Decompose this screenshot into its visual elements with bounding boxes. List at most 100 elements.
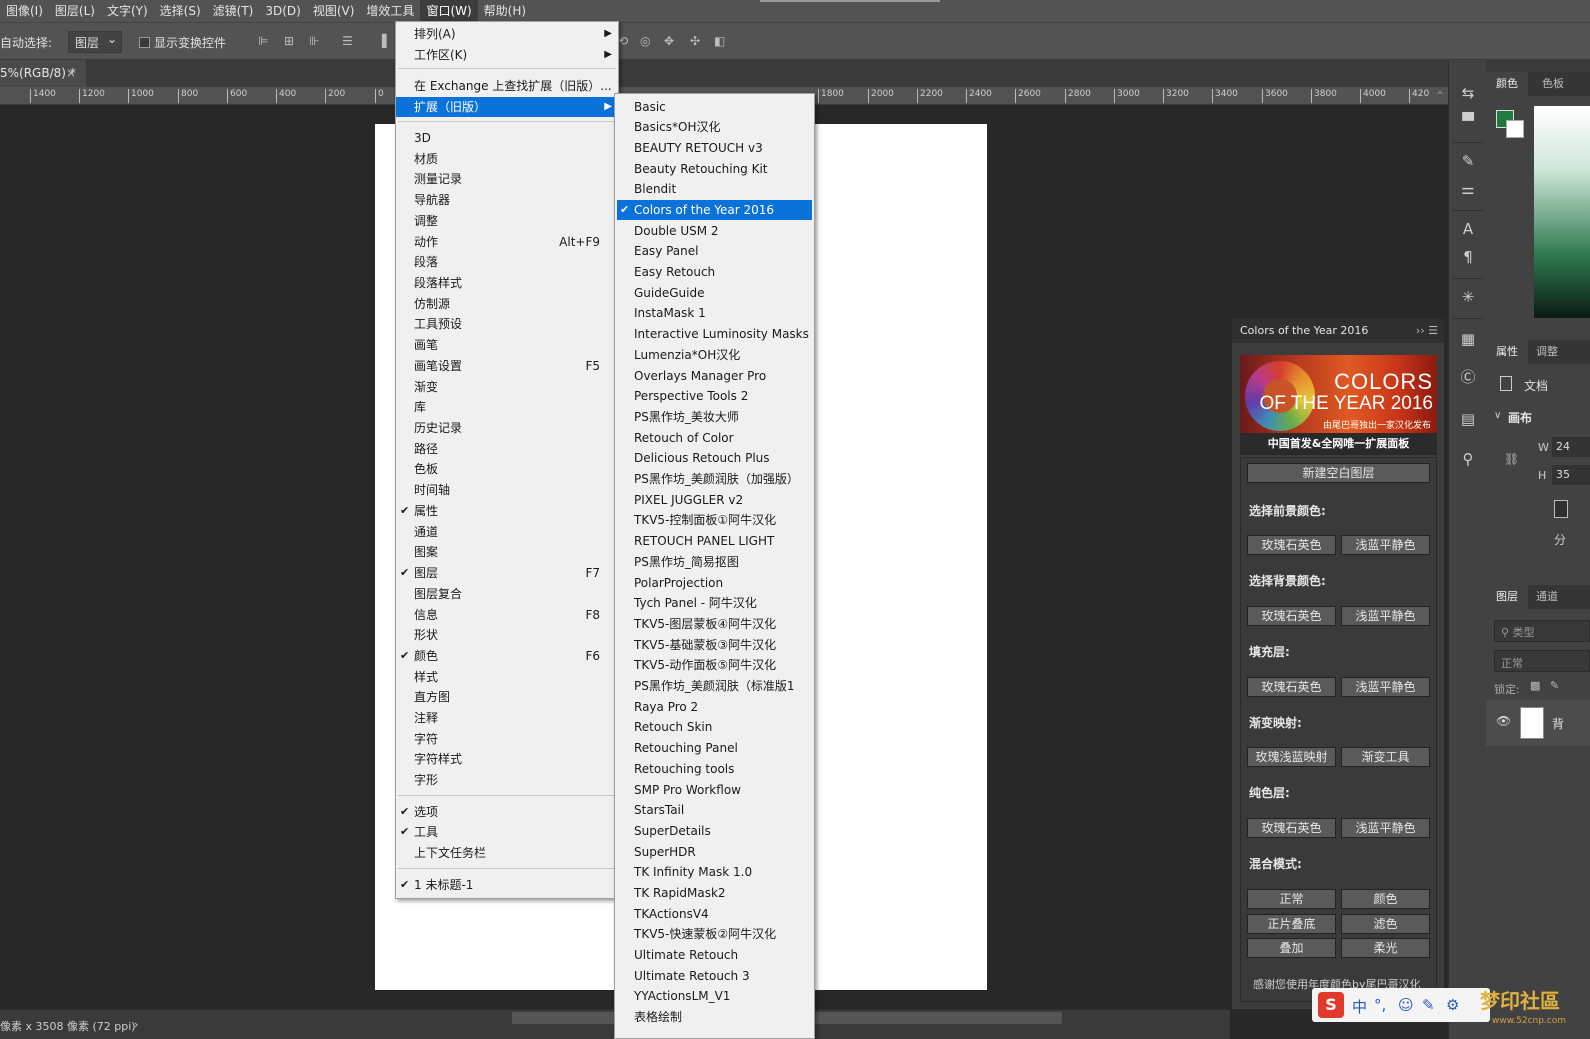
film-icon[interactable]: ▤ xyxy=(1457,408,1479,430)
menu-item-color[interactable]: ✔ 颜色 F6 xyxy=(396,646,618,666)
rose-serenity-gradient-map-button[interactable]: 玫瑰浅蓝映射 xyxy=(1247,747,1336,767)
extension-item[interactable]: Retouch of Color xyxy=(617,428,812,448)
adjust-sliders-icon[interactable]: ⚌ xyxy=(1457,178,1479,200)
close-icon[interactable]: × xyxy=(66,60,76,87)
menu-item-brushes[interactable]: 画笔 xyxy=(396,335,618,355)
extension-item[interactable]: Beauty Retouching Kit xyxy=(617,159,812,179)
lock-transparent-icon[interactable]: ▩ xyxy=(1530,679,1540,692)
bg-serenity-button[interactable]: 浅蓝平静色 xyxy=(1341,606,1430,626)
menu-item-shapes[interactable]: 形状 xyxy=(396,625,618,645)
extension-item[interactable]: TKV5-基础蒙板③阿牛汉化 xyxy=(617,635,812,655)
extension-item[interactable]: Overlays Manager Pro xyxy=(617,366,812,386)
extension-item[interactable]: Perspective Tools 2 xyxy=(617,386,812,406)
lock-paint-icon[interactable]: ✎ xyxy=(1550,679,1559,692)
paragraph-icon[interactable]: ¶ xyxy=(1457,246,1479,268)
extension-item[interactable]: StarsTail xyxy=(617,800,812,820)
menu-item-actions[interactable]: 动作 Alt+F9 xyxy=(396,232,618,252)
fill-rose-quartz-button[interactable]: 玫瑰石英色 xyxy=(1247,677,1336,697)
menu-item-measurement-log[interactable]: 测量记录 xyxy=(396,169,618,189)
layer-filter-search[interactable]: ⚲ 类型 xyxy=(1494,620,1590,642)
extension-item[interactable]: PS黑作坊_美颜润肤（标准版1 xyxy=(617,676,812,696)
tab-adjustments[interactable]: 调整 xyxy=(1526,340,1568,364)
bg-rose-quartz-button[interactable]: 玫瑰石英色 xyxy=(1247,606,1336,626)
menu-item-tools[interactable]: ✔ 工具 xyxy=(396,822,618,842)
tab-color[interactable]: 颜色 xyxy=(1486,72,1528,96)
tab-swatches[interactable]: 色板 xyxy=(1532,72,1574,96)
show-transform-checkbox[interactable] xyxy=(139,37,150,48)
menu-3d[interactable]: 3D(D) xyxy=(259,0,306,22)
extension-item[interactable]: TKV5-控制面板①阿牛汉化 xyxy=(617,510,812,530)
menu-item-contextual-taskbar[interactable]: 上下文任务栏 xyxy=(396,843,618,863)
scroll-up-icon[interactable]: ^ xyxy=(1432,87,1448,105)
menu-item-swatches[interactable]: 色板 xyxy=(396,459,618,479)
extension-item[interactable]: Ultimate Retouch xyxy=(617,945,812,965)
3d-orbit-icon[interactable]: ⟲ xyxy=(618,35,632,47)
sparkle-icon[interactable]: ✳ xyxy=(1457,286,1479,308)
fg-serenity-button[interactable]: 浅蓝平静色 xyxy=(1341,535,1430,555)
extension-item[interactable]: TK RapidMask2 xyxy=(617,883,812,903)
extension-item[interactable]: PS黑作坊_美妆大师 xyxy=(617,407,812,427)
gradient-tool-button[interactable]: 渐变工具 xyxy=(1341,747,1430,767)
menu-item-adjustments[interactable]: 调整 xyxy=(396,211,618,231)
menu-item-character-styles[interactable]: 字符样式 xyxy=(396,749,618,769)
menu-item-navigator[interactable]: 导航器 xyxy=(396,190,618,210)
menu-item-workspace[interactable]: 工作区(K) ▶ xyxy=(396,45,618,65)
menu-item-open-document[interactable]: ✔ 1 未标题-1 xyxy=(396,875,618,895)
align-center-icon[interactable]: ⊞ xyxy=(284,35,298,47)
pin-icon[interactable]: ⚲ xyxy=(1457,448,1479,470)
emoji-icon[interactable]: ☺ xyxy=(1398,996,1414,1014)
blend-screen-button[interactable]: 滤色 xyxy=(1341,914,1430,934)
menu-item-libraries[interactable]: 库 xyxy=(396,397,618,417)
menu-item-layers[interactable]: ✔ 图层 F7 xyxy=(396,563,618,583)
extension-item[interactable]: SMP Pro Workflow xyxy=(617,780,812,800)
height-input[interactable]: 35 xyxy=(1552,465,1590,485)
extension-item[interactable]: PIXEL JUGGLER v2 xyxy=(617,490,812,510)
menu-item-gradients[interactable]: 渐变 xyxy=(396,377,618,397)
blend-normal-button[interactable]: 正常 xyxy=(1247,889,1336,909)
extension-item[interactable]: 表格绘制 xyxy=(617,1007,812,1027)
menu-item-paths[interactable]: 路径 xyxy=(396,439,618,459)
menu-item-paragraph[interactable]: 段落 xyxy=(396,252,618,272)
menu-item-notes[interactable]: 注释 xyxy=(396,708,618,728)
menu-item-extensions-legacy[interactable]: 扩展（旧版） ▶ xyxy=(396,97,618,117)
menu-item-find-extensions[interactable]: 在 Exchange 上查找扩展（旧版）... xyxy=(396,76,618,96)
extension-item[interactable]: RETOUCH PANEL LIGHT xyxy=(617,531,812,551)
menu-item-tool-presets[interactable]: 工具预设 xyxy=(396,314,618,334)
menu-item-paragraph-styles[interactable]: 段落样式 xyxy=(396,273,618,293)
menu-item-glyphs[interactable]: 字形 xyxy=(396,770,618,790)
extension-item[interactable]: SuperHDR xyxy=(617,842,812,862)
menu-type[interactable]: 文字(Y) xyxy=(101,0,154,22)
blend-mode-dropdown[interactable]: 正常 xyxy=(1494,650,1590,672)
extension-item[interactable]: Basics*OH汉化 xyxy=(617,117,812,137)
tab-properties[interactable]: 属性 xyxy=(1486,340,1528,364)
history-icon[interactable]: ⇆ xyxy=(1457,82,1479,104)
extension-item[interactable]: PS黑作坊_美颜润肤（加强版） xyxy=(617,469,812,489)
sogou-logo-icon[interactable]: S xyxy=(1318,992,1344,1018)
layer-row[interactable]: 👁 背 xyxy=(1486,700,1590,746)
blend-overlay-button[interactable]: 叠加 xyxy=(1247,938,1336,958)
menu-item-layer-comps[interactable]: 图层复合 xyxy=(396,584,618,604)
punctuation-icon[interactable]: °, xyxy=(1374,996,1386,1014)
width-input[interactable]: 24 xyxy=(1552,437,1590,457)
extension-item[interactable]: GuideGuide xyxy=(617,283,812,303)
fill-serenity-button[interactable]: 浅蓝平静色 xyxy=(1341,677,1430,697)
extension-item[interactable]: Ultimate Retouch 3 xyxy=(617,966,812,986)
auto-select-dropdown[interactable]: 图层 xyxy=(68,31,122,53)
chevron-down-icon[interactable]: ∨ xyxy=(1494,410,1501,421)
tab-channels[interactable]: 通道 xyxy=(1526,585,1568,609)
menu-item-character[interactable]: 字符 xyxy=(396,729,618,749)
menu-item-patterns[interactable]: 图案 xyxy=(396,542,618,562)
extension-item[interactable]: TKV5-动作面板⑤阿牛汉化 xyxy=(617,655,812,675)
settings-gear-icon[interactable]: ⚙ xyxy=(1446,996,1459,1014)
panel-menu-icon[interactable]: ›› ☰ xyxy=(1416,319,1438,343)
extension-item[interactable]: TK Infinity Mask 1.0 xyxy=(617,862,812,882)
align-right-icon[interactable]: ⊪ xyxy=(309,35,323,47)
menu-item-3d[interactable]: 3D xyxy=(396,128,618,148)
menu-item-history[interactable]: 历史记录 xyxy=(396,418,618,438)
align-more-icon[interactable]: ▌ xyxy=(382,35,396,47)
menu-item-channels[interactable]: 通道 xyxy=(396,522,618,542)
table-icon[interactable]: ▦ xyxy=(1457,328,1479,350)
chinese-mode-icon[interactable]: 中 xyxy=(1352,996,1367,1017)
tab-layers[interactable]: 图层 xyxy=(1486,585,1528,609)
solid-rose-quartz-button[interactable]: 玫瑰石英色 xyxy=(1247,818,1336,838)
